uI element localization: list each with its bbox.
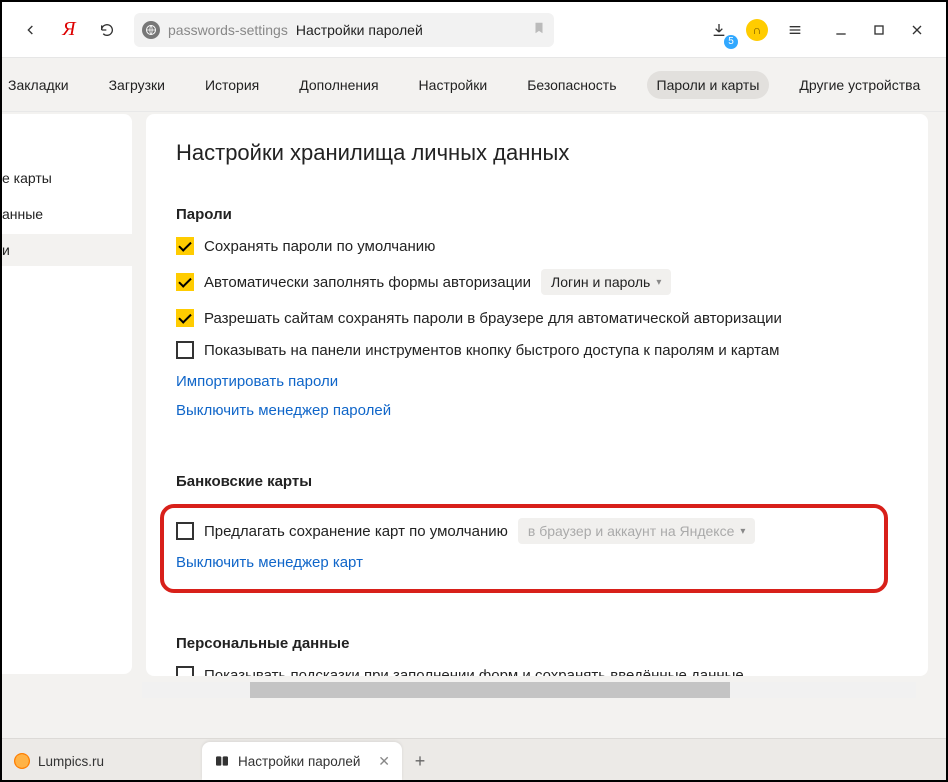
select-card-destination[interactable]: в браузер и аккаунт на Яндексе ▾ [518, 518, 756, 544]
sidebar: е карты анные и [2, 114, 132, 674]
checkbox-allow-sites[interactable] [176, 309, 194, 327]
tab-bar: Lumpics.ru Настройки паролей ✕ + [2, 738, 946, 780]
tab-label-settings: Настройки паролей [238, 754, 360, 769]
extensions-button[interactable]: ∩ [740, 13, 774, 47]
sidebar-item-data[interactable]: анные [2, 198, 132, 230]
tab-settings[interactable]: Настройки паролей ✕ [202, 742, 402, 780]
nav-bookmarks[interactable]: Закладки [0, 71, 79, 99]
horizontal-scrollbar[interactable] [142, 682, 916, 698]
bookmark-icon[interactable] [532, 21, 546, 38]
checkbox-save-default[interactable] [176, 237, 194, 255]
download-badge: 5 [724, 35, 738, 49]
downloads-button[interactable]: 5 [702, 13, 736, 47]
chevron-down-icon: ▾ [740, 526, 745, 537]
address-bar[interactable]: passwords-settings Настройки паролей [134, 13, 554, 47]
label-allow-sites: Разрешать сайтам сохранять пароли в брау… [204, 310, 782, 327]
content-area: е карты анные и Настройки хранилища личн… [2, 112, 946, 780]
label-autofill: Автоматически заполнять формы авторизаци… [204, 274, 531, 291]
tab-label-lumpics: Lumpics.ru [38, 754, 104, 769]
nav-addons[interactable]: Дополнения [289, 71, 388, 99]
minimize-icon [833, 22, 849, 38]
settings-panel: Настройки хранилища личных данных Пароли… [146, 114, 928, 676]
menu-button[interactable] [778, 13, 812, 47]
select-autofill-value: Логин и пароль [551, 274, 650, 290]
section-cards-heading: Банковские карты [176, 473, 928, 490]
label-save-default: Сохранять пароли по умолчанию [204, 238, 435, 255]
select-autofill-mode[interactable]: Логин и пароль ▾ [541, 269, 671, 295]
close-icon [909, 22, 925, 38]
link-disable-card-manager[interactable]: Выключить менеджер карт [176, 554, 363, 571]
tab-lumpics[interactable]: Lumpics.ru [2, 742, 202, 780]
site-icon [142, 21, 160, 39]
link-import-passwords[interactable]: Импортировать пароли [176, 373, 338, 390]
menu-icon [787, 22, 803, 38]
extension-icon: ∩ [746, 19, 768, 41]
checkbox-personal-hints[interactable] [176, 666, 194, 676]
maximize-button[interactable] [862, 13, 896, 47]
label-show-panel: Показывать на панели инструментов кнопку… [204, 342, 779, 359]
highlight-box: Предлагать сохранение карт по умолчанию … [160, 504, 888, 593]
label-offer-save-cards: Предлагать сохранение карт по умолчанию [204, 523, 508, 540]
settings-nav: Закладки Загрузки История Дополнения Нас… [2, 58, 946, 112]
yandex-logo-icon[interactable]: Я [52, 13, 86, 47]
address-host: passwords-settings [168, 22, 288, 38]
nav-history[interactable]: История [195, 71, 269, 99]
chevron-down-icon: ▾ [656, 277, 661, 288]
select-card-value: в браузер и аккаунт на Яндексе [528, 523, 734, 539]
link-disable-password-manager[interactable]: Выключить менеджер паролей [176, 402, 391, 419]
nav-settings[interactable]: Настройки [409, 71, 498, 99]
download-icon [711, 22, 727, 38]
minimize-button[interactable] [824, 13, 858, 47]
sidebar-item-settings[interactable]: и [2, 234, 132, 266]
checkbox-autofill[interactable] [176, 273, 194, 291]
nav-devices[interactable]: Другие устройства [789, 71, 930, 99]
label-personal-hints: Показывать подсказки при заполнении форм… [204, 667, 744, 677]
browser-window: Я passwords-settings Настройки паролей 5… [0, 0, 948, 782]
close-button[interactable] [900, 13, 934, 47]
address-title: Настройки паролей [296, 22, 423, 38]
tab-close-icon[interactable]: ✕ [378, 753, 390, 770]
back-button[interactable] [14, 13, 48, 47]
reload-button[interactable] [90, 13, 124, 47]
sidebar-item-cards[interactable]: е карты [2, 162, 132, 194]
page-title: Настройки хранилища личных данных [176, 140, 928, 166]
maximize-icon [871, 22, 887, 38]
checkbox-offer-save-cards[interactable] [176, 522, 194, 540]
plus-icon: + [415, 751, 426, 772]
nav-passwords[interactable]: Пароли и карты [647, 71, 770, 99]
new-tab-button[interactable]: + [402, 742, 438, 780]
section-personal-heading: Персональные данные [176, 635, 928, 652]
toolbar: Я passwords-settings Настройки паролей 5… [2, 2, 946, 58]
arrow-left-icon [23, 22, 39, 38]
reload-icon [99, 22, 115, 38]
nav-security[interactable]: Безопасность [517, 71, 626, 99]
favicon-settings-icon [214, 753, 230, 769]
section-passwords-heading: Пароли [176, 206, 928, 223]
favicon-lumpics-icon [14, 753, 30, 769]
nav-downloads[interactable]: Загрузки [99, 71, 175, 99]
checkbox-show-panel[interactable] [176, 341, 194, 359]
